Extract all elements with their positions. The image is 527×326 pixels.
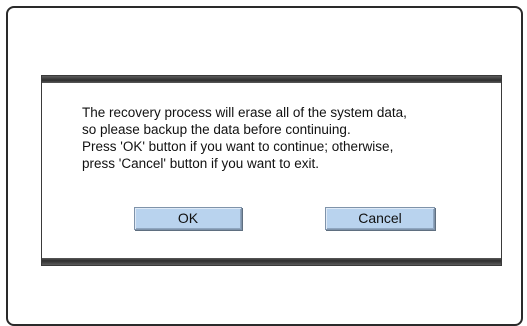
message-line: so please backup the data before continu…: [82, 122, 351, 137]
message-line: The recovery process will erase all of t…: [82, 105, 407, 120]
dialog-bottom-bar: [42, 258, 501, 265]
dialog-top-bar: [42, 76, 501, 83]
message-line: press 'Cancel' button if you want to exi…: [82, 156, 320, 171]
dialog-message: The recovery process will erase all of t…: [82, 104, 492, 172]
message-line: Press 'OK' button if you want to continu…: [82, 139, 394, 154]
ok-button[interactable]: OK: [134, 207, 242, 230]
screen-frame: The recovery process will erase all of t…: [6, 6, 523, 326]
cancel-button[interactable]: Cancel: [325, 207, 435, 230]
recovery-dialog: The recovery process will erase all of t…: [41, 75, 502, 266]
